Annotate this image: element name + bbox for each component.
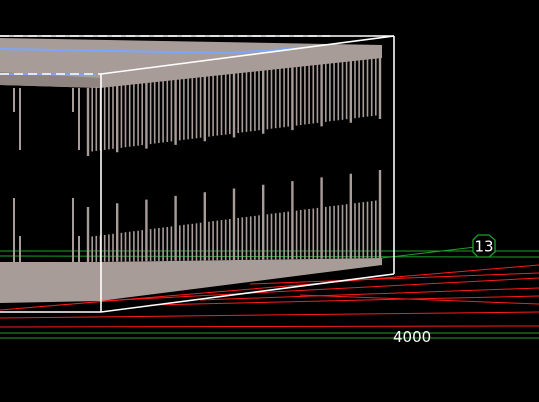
cad-3d-viewport[interactable]: 13 4000	[0, 0, 539, 402]
grid-marker[interactable]: 13	[472, 234, 496, 258]
dimension-label: 4000	[393, 328, 431, 346]
grid-marker-label: 13	[474, 238, 493, 256]
